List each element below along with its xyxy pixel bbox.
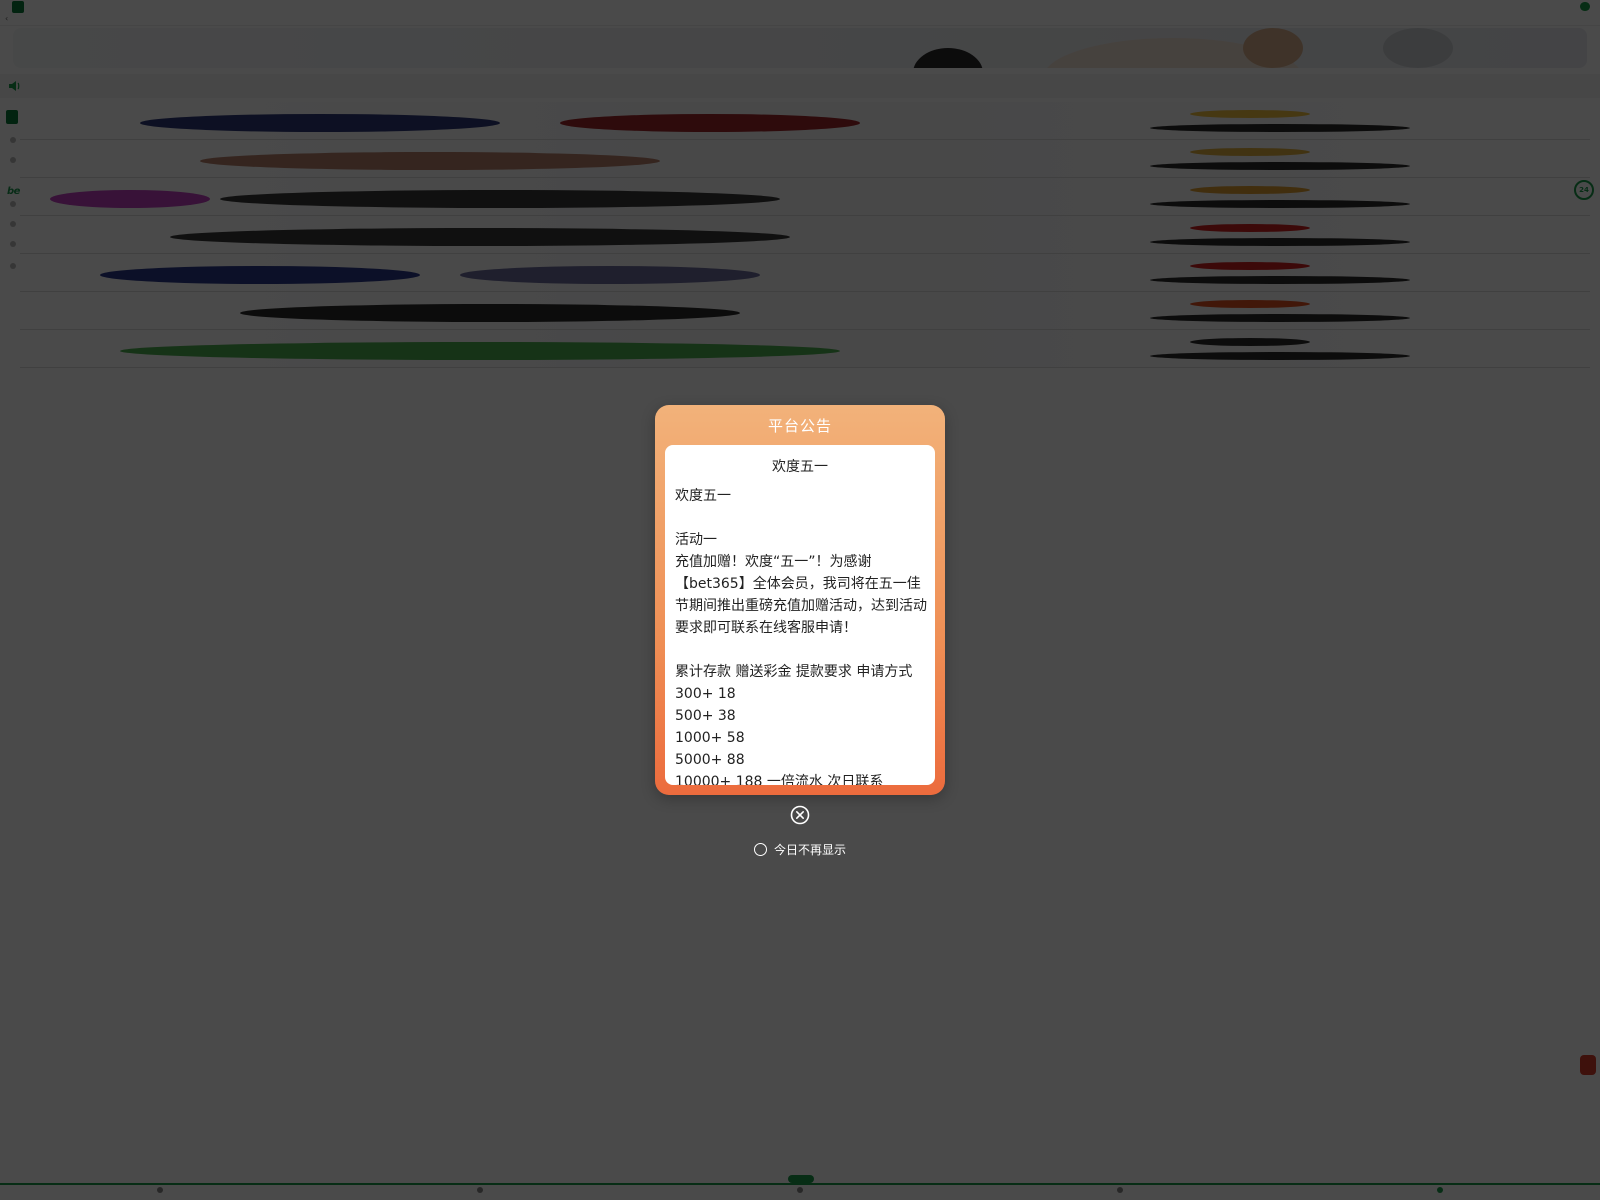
announcement-body: 欢度五一 活动一 充值加赠！欢度“五一”！为感谢【bet365】全体会员，我司将… <box>675 485 927 785</box>
body-line <box>675 639 927 661</box>
body-line: 充值加赠！欢度“五一”！为感谢【bet365】全体会员，我司将在五一佳节期间推出… <box>675 554 927 636</box>
body-line: 5000+ 88 <box>675 752 745 768</box>
radio-unchecked-icon[interactable] <box>754 842 767 856</box>
announcement-title: 欢度五一 <box>772 459 828 475</box>
announcement-content[interactable]: 欢度五一 欢度五一 活动一 充值加赠！欢度“五一”！为感谢【bet365】全体会… <box>665 445 935 785</box>
dialog-header-title: 平台公告 <box>767 417 832 435</box>
body-line: 欢度五一 <box>675 488 731 504</box>
close-circle-icon[interactable] <box>790 805 810 825</box>
body-line: 300+ 18 <box>675 686 736 702</box>
body-line: 1000+ 58 <box>675 730 745 746</box>
body-line: 累计存款 赠送彩金 提款要求 申请方式 <box>675 664 913 680</box>
body-line: 活动一 <box>675 532 717 548</box>
dont-show-today-toggle[interactable]: 今日不再显示 <box>754 841 846 857</box>
announcement-dialog: 平台公告 欢度五一 欢度五一 活动一 充值加赠！欢度“五一”！为感谢【bet36… <box>655 405 945 795</box>
body-line: 10000+ 188 一倍流水 次日联系 <box>675 774 884 785</box>
body-line <box>675 507 927 529</box>
body-line: 500+ 38 <box>675 708 736 724</box>
dont-show-today-label: 今日不再显示 <box>774 842 847 857</box>
